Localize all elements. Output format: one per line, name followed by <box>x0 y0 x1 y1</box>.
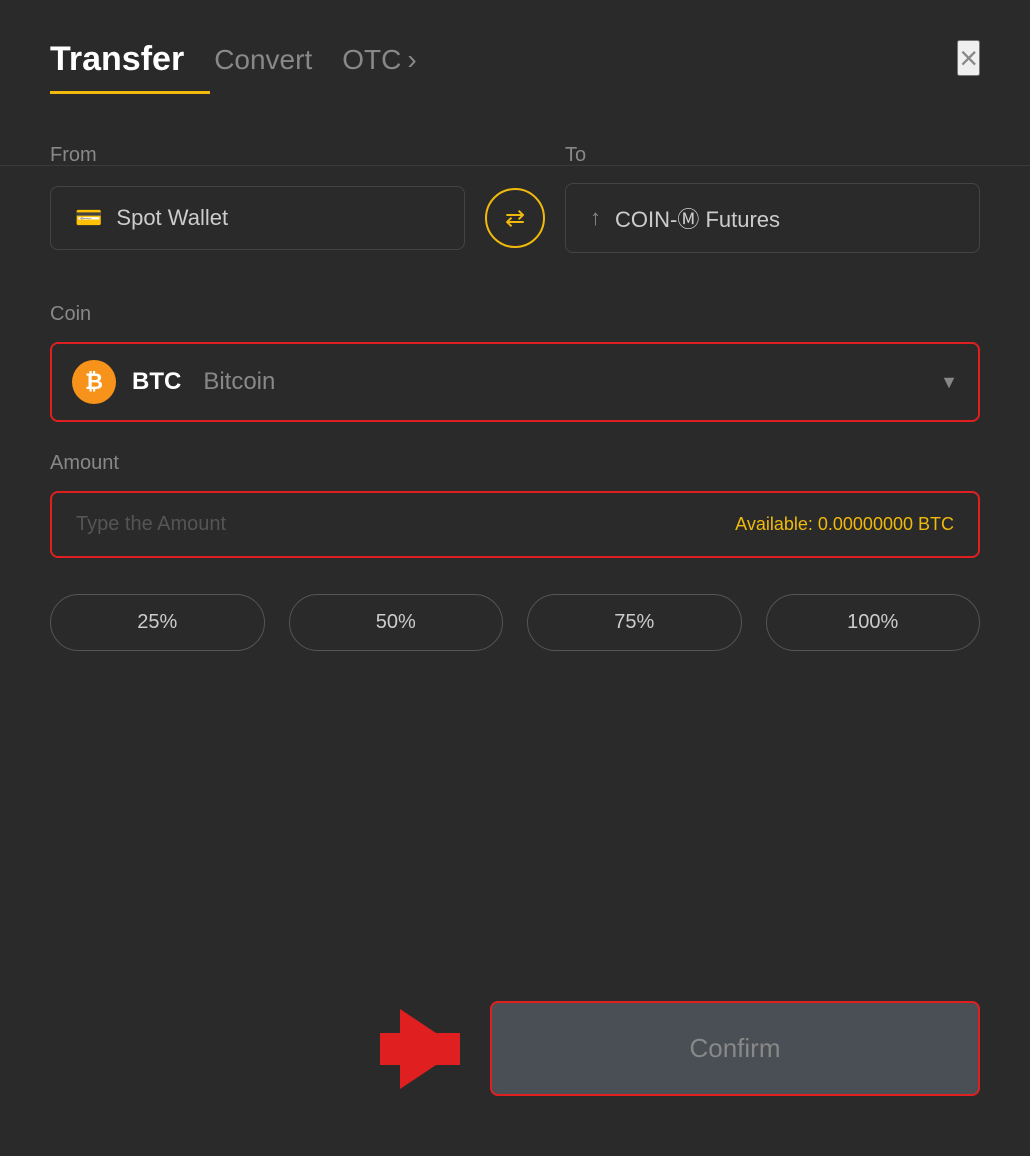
to-wallet-label: COIN-Ⓜ Futures <box>615 202 780 234</box>
tab-underline <box>50 91 210 94</box>
tab-convert[interactable]: Convert <box>214 44 312 76</box>
coin-dropdown[interactable]: ₿ BTC Bitcoin ▼ <box>50 342 980 422</box>
confirm-button[interactable]: Confirm <box>490 1001 980 1096</box>
to-wallet-selector[interactable]: ↑ COIN-Ⓜ Futures <box>565 183 980 253</box>
percent-row: 25% 50% 75% 100% <box>50 594 980 651</box>
confirm-row: Confirm <box>50 1001 980 1096</box>
percent-50-button[interactable]: 50% <box>289 594 504 651</box>
from-label: From <box>50 144 565 167</box>
available-balance: Available: 0.00000000 BTC <box>735 514 954 535</box>
tab-transfer[interactable]: Transfer <box>50 40 184 79</box>
amount-input-box: Type the Amount Available: 0.00000000 BT… <box>50 491 980 558</box>
chevron-down-icon: ▼ <box>940 372 958 393</box>
swap-icon: ⇄ <box>505 204 525 233</box>
arrow-indicator <box>400 1009 460 1089</box>
coin-label: Coin <box>50 303 980 326</box>
coin-section: Coin ₿ BTC Bitcoin ▼ <box>50 303 980 422</box>
amount-label: Amount <box>50 452 980 475</box>
percent-100-button[interactable]: 100% <box>766 594 981 651</box>
coin-name: Bitcoin <box>203 368 275 396</box>
from-wallet-label: Spot Wallet <box>116 205 228 231</box>
coin-symbol: BTC <box>132 368 181 396</box>
amount-placeholder[interactable]: Type the Amount <box>76 513 226 536</box>
modal-header: Transfer Convert OTC › <box>50 40 980 79</box>
swap-button[interactable]: ⇄ <box>485 188 545 248</box>
modal-container: Transfer Convert OTC › × From To 💳 Spot … <box>0 0 1030 1156</box>
tab-otc[interactable]: OTC › <box>342 44 416 76</box>
percent-75-button[interactable]: 75% <box>527 594 742 651</box>
percent-25-button[interactable]: 25% <box>50 594 265 651</box>
to-label: To <box>565 144 980 167</box>
wallet-card-icon: 💳 <box>75 205 102 231</box>
amount-section: Amount Type the Amount Available: 0.0000… <box>50 452 980 558</box>
header-divider <box>0 165 1030 166</box>
close-button[interactable]: × <box>957 40 980 76</box>
futures-icon: ↑ <box>590 205 601 231</box>
from-to-labels: From To <box>50 144 980 167</box>
btc-icon: ₿ <box>72 360 116 404</box>
from-wallet-selector[interactable]: 💳 Spot Wallet <box>50 186 465 250</box>
available-value: 0.00000000 BTC <box>818 514 954 534</box>
arrow-right-icon <box>400 1009 460 1089</box>
from-to-row: 💳 Spot Wallet ⇄ ↑ COIN-Ⓜ Futures <box>50 183 980 253</box>
